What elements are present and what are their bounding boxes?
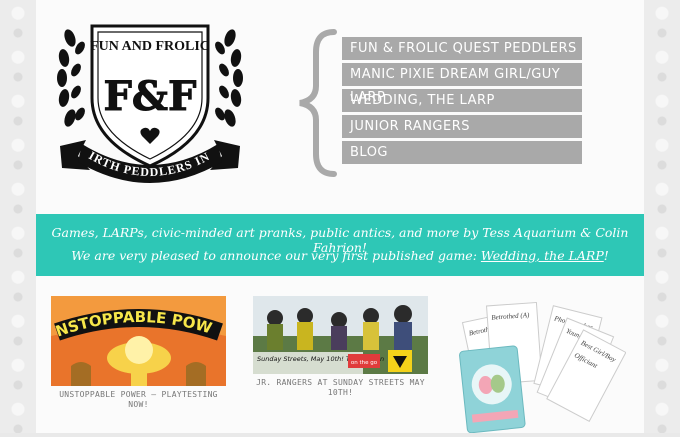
curly-brace-decoration (299, 29, 337, 177)
on-the-go-badge: on the go (351, 360, 378, 366)
logo-top-text: FUN AND FROLIC (90, 39, 210, 54)
wedding-larp-link[interactable]: Wedding, the LARP (481, 248, 604, 263)
fun-and-frolic-logo[interactable]: FUN AND FROLIC F&F MIRTH PEDDLERS INC. (52, 18, 248, 188)
wedding-larp-cards-image[interactable]: Betrothed (A) Betrothed (A) Photographer… (456, 296, 627, 434)
feature-card-unstoppable-power[interactable]: UNSTOPPABLE POWER UNSTOPPABLE POWER — PL… (45, 282, 226, 410)
banner-announcement-text: We are very pleased to announce our very… (71, 248, 481, 263)
left-damask-border (0, 0, 36, 433)
card-caption[interactable]: JR. RANGERS AT SUNDAY STREETS MAY 10TH! (253, 378, 428, 398)
nav-item-manic-pixie-larp[interactable]: MANIC PIXIE DREAM GIRL/GUY LARP (342, 63, 582, 105)
logo-monogram: F&F (104, 73, 197, 120)
nav-item-quest-peddlers[interactable]: FUN & FROLIC QUEST PEDDLERS (342, 37, 582, 60)
nav-item-junior-rangers[interactable]: JUNIOR RANGERS (342, 115, 582, 138)
feature-card-wedding-cards[interactable]: Betrothed (A) Betrothed (A) Photographer… (456, 296, 627, 437)
feature-card-jr-rangers[interactable]: Sunday Streets, May 10th! The Mission on… (253, 296, 428, 398)
nav-item-wedding-larp[interactable]: WEDDING, THE LARP (342, 89, 582, 112)
announcement-banner: Games, LARPs, civic-minded art pranks, p… (36, 214, 644, 276)
banner-announcement: We are very pleased to announce our very… (36, 248, 644, 263)
banner-announcement-end: ! (603, 248, 609, 263)
card-caption[interactable]: UNSTOPPABLE POWER — PLAYTESTING NOW! (51, 390, 226, 410)
jr-rangers-photo[interactable]: Sunday Streets, May 10th! The Mission on… (253, 296, 428, 374)
nav-item-blog[interactable]: BLOG (342, 141, 582, 164)
page: FUN AND FROLIC F&F MIRTH PEDDLERS INC. F… (36, 0, 644, 434)
unstoppable-power-image[interactable]: UNSTOPPABLE POWER (45, 282, 226, 386)
right-damask-border (644, 0, 680, 433)
main-nav: FUN & FROLIC QUEST PEDDLERS MANIC PIXIE … (342, 37, 582, 167)
